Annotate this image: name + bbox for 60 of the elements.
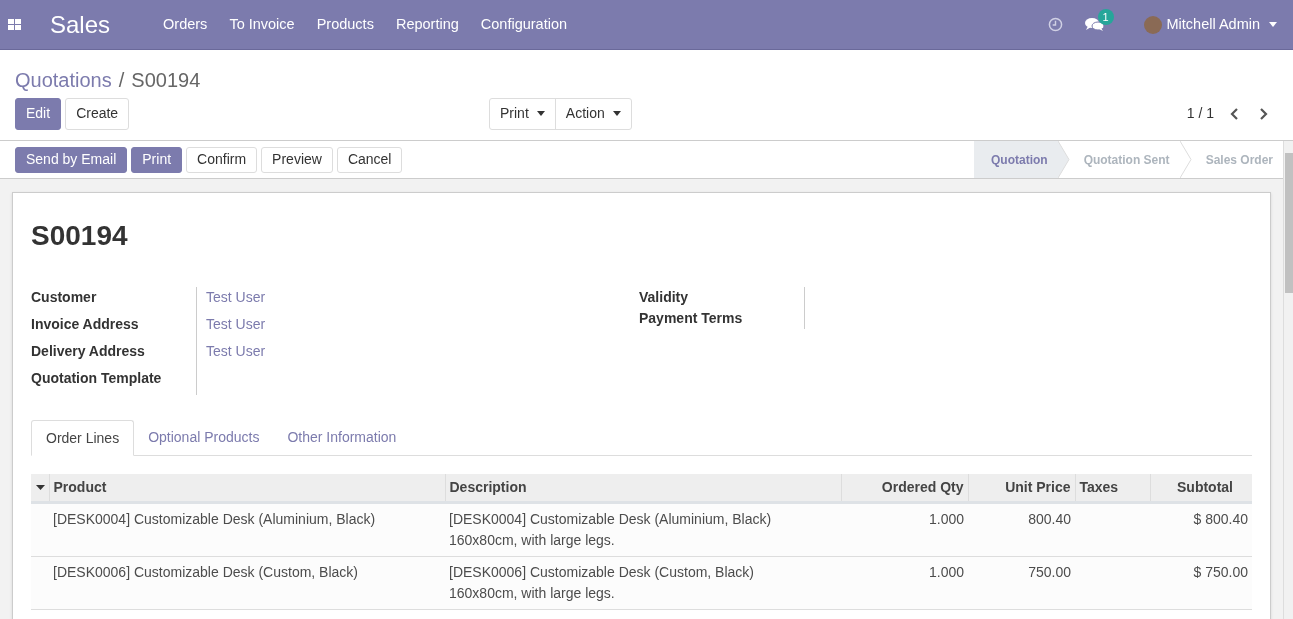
caret-icon[interactable] [36, 484, 45, 490]
column-header[interactable]: Ordered Qty [841, 474, 968, 502]
table-cell-text: 750.00 [1027, 562, 1071, 582]
user-menu[interactable]: Mitchell Admin [1143, 13, 1277, 36]
menu-item[interactable]: Configuration [469, 13, 579, 36]
table-cell-text: 1.000 [927, 562, 964, 582]
table-cell-text: $ 800.40 [1192, 509, 1248, 529]
field-label: Payment Terms [639, 309, 744, 328]
header-button[interactable]: Cancel [336, 146, 403, 173]
breadcrumb-separator: / [118, 68, 125, 93]
breadcrumb-current: S00194 [131, 68, 201, 93]
column-header[interactable]: Taxes [1075, 474, 1150, 502]
field-link[interactable]: Test User [206, 316, 266, 332]
table-cell-text: [DESK0004] Customizable Desk (Aluminium, Black) [53, 509, 377, 529]
scrollbar[interactable] [1283, 141, 1293, 619]
clock-icon[interactable] [1047, 17, 1063, 32]
app-grid-icon[interactable] [8, 19, 21, 30]
menu-item[interactable]: To Invoice [218, 13, 306, 36]
field-label: Quotation Template [31, 369, 163, 388]
app-name[interactable]: Sales [50, 6, 111, 43]
column-header[interactable]: Product [49, 474, 445, 502]
column-header[interactable]: Subtotal [1150, 474, 1252, 502]
breadcrumb-link[interactable]: Quotations [15, 65, 112, 95]
table-cell-text: [DESK0006] Customizable Desk (Custom, Black) [53, 562, 359, 582]
field-label: Customer [31, 288, 98, 307]
menu-item[interactable]: Orders [152, 13, 219, 36]
dropdown-button[interactable]: Action [554, 98, 631, 129]
message-count-badge: 1 [1097, 9, 1114, 25]
caret-icon [536, 111, 545, 116]
menu-item[interactable]: Reporting [384, 13, 470, 36]
edit-button[interactable]: Edit [15, 97, 62, 130]
table-cell-text: $ 750.00 [1192, 562, 1248, 582]
table-cell-text: 1.000 [927, 509, 964, 529]
field-label: Invoice Address [31, 315, 140, 334]
pager-value: 1 / 1 [1186, 104, 1214, 123]
table-cell-text: 800.40 [1027, 509, 1071, 529]
tab[interactable]: Optional Products [134, 420, 274, 455]
record-title: S00194 [31, 219, 129, 253]
header-button[interactable]: Confirm [186, 146, 258, 173]
avatar [1143, 15, 1162, 34]
dropdown-button[interactable]: Print [490, 98, 555, 129]
tab[interactable]: Other Information [273, 420, 411, 455]
create-button[interactable]: Create [65, 97, 130, 130]
header-button[interactable]: Preview [261, 146, 333, 173]
column-header[interactable]: Unit Price [968, 474, 1075, 502]
table-cell-text: [DESK0006] Customizable Desk (Custom, Black) 160x80cm, with large legs. [449, 562, 755, 603]
table-cell-text: [DESK0004] Customizable Desk (Aluminium, Black) 160x80cm, with large legs. [449, 509, 773, 550]
column-header[interactable]: Description [445, 474, 841, 502]
field-label: Validity [639, 288, 690, 307]
caret-icon [612, 111, 621, 116]
menu-item[interactable]: Products [305, 13, 385, 36]
caret-icon [1269, 22, 1277, 27]
field-link[interactable]: Test User [206, 343, 266, 359]
previous-icon[interactable] [1230, 107, 1239, 120]
next-icon[interactable] [1259, 107, 1268, 120]
field-link[interactable]: Test User [206, 289, 266, 305]
header-button[interactable]: Send by Email [15, 146, 128, 173]
field-label: Delivery Address [31, 342, 146, 361]
tab[interactable]: Order Lines [31, 420, 135, 456]
header-button[interactable]: Print [131, 146, 183, 173]
